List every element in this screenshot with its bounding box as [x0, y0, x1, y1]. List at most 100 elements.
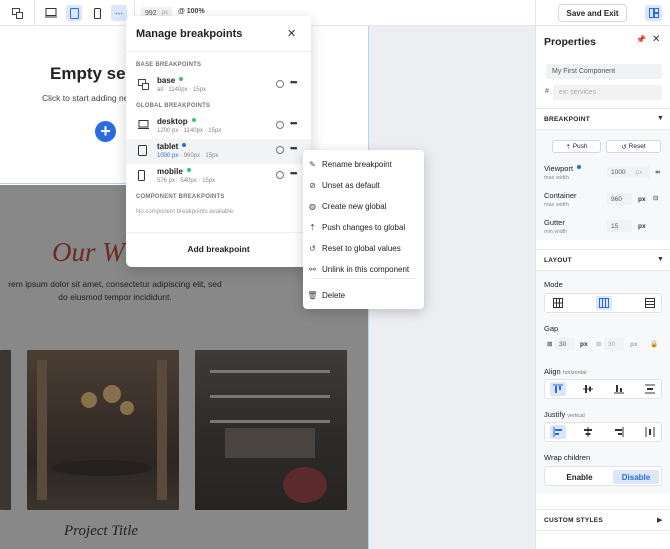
status-dot	[182, 143, 187, 147]
gap-label: Gap	[544, 324, 559, 333]
container-label: Container	[544, 191, 577, 200]
justify-space-icon[interactable]	[642, 425, 658, 439]
gap-vertical-icon: ⊠	[596, 341, 602, 348]
photo-left-partial	[0, 350, 11, 510]
wrap-disable-button[interactable]: Disable	[613, 470, 659, 484]
base-breakpoints-heading: BASE BREAKPOINTS	[136, 62, 202, 68]
mode-selector	[544, 293, 662, 313]
component-name-field[interactable]: My First Component	[546, 64, 662, 79]
align-label: Align horizontal	[544, 367, 587, 376]
photo-bar-room	[195, 350, 347, 510]
globe-icon: ◍	[309, 201, 316, 211]
grid-mode-icon[interactable]	[550, 296, 566, 310]
justify-start-icon[interactable]	[550, 425, 566, 439]
gutter-unit[interactable]: px	[638, 223, 646, 230]
justify-end-icon[interactable]	[611, 425, 627, 439]
mode-label: Mode	[544, 280, 563, 289]
wrap-children-label: Wrap children	[544, 453, 591, 462]
close-icon[interactable]: ✕	[287, 27, 296, 40]
breakpoint-context-menu: ✎ Rename breakpoint ⊘ Unset as default ◍ Cr…	[303, 150, 424, 309]
no-component-breakpoints: No component breakpoints available.	[136, 209, 235, 215]
reset-button[interactable]: ↺ Reset	[606, 140, 661, 153]
more-options-icon[interactable]: •••	[290, 143, 298, 153]
layout-panel-icon[interactable]	[645, 5, 662, 21]
check-icon[interactable]	[276, 146, 284, 154]
custom-styles-section-header[interactable]: CUSTOM STYLES ▶	[536, 509, 670, 531]
lock-icon[interactable]: 🔒	[650, 340, 658, 348]
close-icon[interactable]: ✕	[652, 34, 660, 45]
gutter-width-field[interactable]: 15	[607, 220, 632, 232]
layout-section-header[interactable]: LAYOUT ▼	[536, 249, 670, 271]
push-to-global-item[interactable]: ⇡ Push changes to global	[303, 218, 424, 236]
hash-icon: #	[545, 88, 549, 95]
add-element-button[interactable]: +	[95, 121, 116, 142]
columns-mode-icon[interactable]	[596, 296, 612, 310]
properties-title: Properties	[544, 36, 596, 48]
tablet-icon	[138, 145, 149, 156]
mobile-view-icon[interactable]	[89, 5, 105, 21]
breakpoint-section-header[interactable]: BREAKPOINT ▼	[536, 108, 670, 130]
delete-breakpoint-item[interactable]: 🗑 Delete	[303, 286, 424, 304]
zoom-level[interactable]: @ 100%	[178, 8, 205, 15]
align-top-icon[interactable]	[550, 382, 566, 396]
save-and-exit-button[interactable]: Save and Exit	[558, 4, 627, 22]
create-new-global-item[interactable]: ◍ Create new global	[303, 197, 424, 215]
add-breakpoint-button[interactable]: Add breakpoint	[126, 244, 311, 254]
desktop-view-icon[interactable]	[43, 5, 59, 21]
unset-default-item[interactable]: ⊘ Unset as default	[303, 176, 424, 194]
rename-breakpoint-item[interactable]: ✎ Rename breakpoint	[303, 155, 424, 173]
check-icon[interactable]	[276, 121, 284, 129]
push-button[interactable]: ⇡ Push	[552, 140, 601, 153]
breakpoint-row-tablet[interactable]: tablet 1000 px · 960px · 15px •••	[126, 139, 311, 164]
chevron-right-icon: ▶	[657, 517, 663, 524]
pencil-icon: ✎	[309, 159, 316, 169]
check-icon[interactable]	[276, 171, 284, 179]
justify-label: Justify vertical	[544, 410, 585, 419]
breakpoints-icon[interactable]	[9, 5, 25, 21]
gap-x-field[interactable]: 30	[555, 338, 575, 350]
chevron-down-icon: ▼	[657, 256, 664, 263]
container-width-field[interactable]: 960	[607, 193, 632, 205]
more-options-icon[interactable]: •••	[290, 77, 298, 87]
pin-icon[interactable]: 📌	[636, 35, 646, 44]
status-dot	[179, 77, 184, 81]
rows-mode-icon[interactable]	[642, 296, 658, 310]
viewport-label: Viewport	[544, 164, 582, 173]
manage-breakpoints-dialog: Manage breakpoints ✕ BASE BREAKPOINTS ba…	[126, 16, 311, 267]
resize-icon[interactable]: ⇹	[655, 168, 660, 176]
breakpoint-row-mobile[interactable]: mobile 576 px · 540px · 15px •••	[126, 164, 311, 189]
link-icon[interactable]: ⊟	[653, 194, 658, 202]
photo-dining-room	[27, 350, 179, 510]
justify-center-icon[interactable]	[580, 425, 596, 439]
trash-icon: 🗑	[307, 290, 318, 300]
base-breakpoint-icon	[138, 79, 149, 90]
wrap-enable-button[interactable]: Enable	[557, 470, 602, 484]
container-unit[interactable]: px	[638, 196, 646, 203]
global-breakpoints-heading: GLOBAL BREAKPOINTS	[136, 103, 211, 109]
align-bottom-icon[interactable]	[611, 382, 627, 396]
unlink-component-item[interactable]: ⚯ Unlink in this component	[303, 260, 424, 278]
more-options-icon[interactable]: •••	[290, 168, 298, 178]
unlink-icon: ⚯	[309, 264, 316, 274]
align-stretch-icon[interactable]	[642, 382, 658, 396]
empty-section-subtitle: Click to start adding ne	[42, 93, 129, 103]
mobile-icon	[138, 170, 149, 181]
align-center-icon[interactable]	[580, 382, 596, 396]
breakpoint-row-desktop[interactable]: desktop 1200 px · 1140px · 15px •••	[126, 114, 311, 139]
component-breakpoints-heading: COMPONENT BREAKPOINTS	[136, 194, 225, 200]
more-views-icon[interactable]: ⋯	[111, 5, 127, 21]
align-selector	[544, 379, 662, 399]
breakpoint-row-base[interactable]: base all · 1140px · 15px •••	[126, 73, 311, 98]
chevron-down-icon: ▼	[657, 115, 664, 122]
check-icon[interactable]	[276, 80, 284, 88]
gutter-label: Gutter	[544, 218, 565, 227]
gap-y-field[interactable]: 30	[604, 338, 624, 350]
more-options-icon[interactable]: •••	[290, 118, 298, 128]
status-dot	[191, 118, 196, 122]
class-field[interactable]: ex: services	[553, 85, 662, 100]
hero-paragraph: rem ipsum dolor sit amet, consectetur ad…	[8, 279, 222, 302]
reset-to-global-item[interactable]: ↺ Reset to global values	[303, 239, 424, 257]
project-title: Project Title	[64, 523, 139, 539]
viewport-width-field[interactable]: 1000 px	[607, 166, 650, 178]
tablet-view-icon[interactable]	[66, 5, 82, 21]
